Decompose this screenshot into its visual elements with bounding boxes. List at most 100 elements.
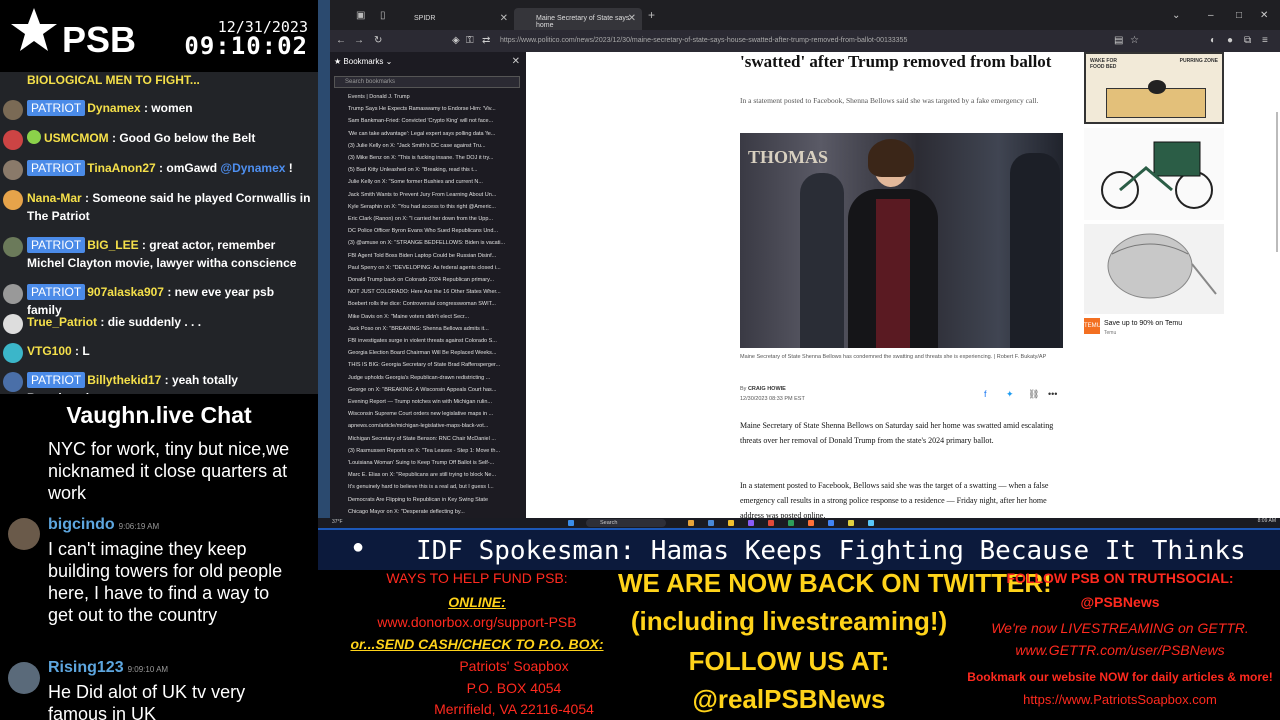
minimize-icon[interactable]: –	[1208, 10, 1214, 21]
lock-icon[interactable]: ⚿	[466, 35, 474, 46]
bookmark-item[interactable]: apnews.com/article/michigan-legislative-…	[348, 423, 522, 429]
bookmark-item[interactable]: FBI Agent Told Boss Biden Laptop Could b…	[348, 253, 522, 259]
bookmark-item[interactable]: 'Louisiana Woman' Suing to Keep Trump Of…	[348, 460, 522, 466]
app-icon[interactable]	[768, 520, 774, 526]
bookmark-item[interactable]: Wisconsin Supreme Court orders new legis…	[348, 411, 522, 417]
twitter-icon[interactable]: ✦	[1006, 389, 1014, 400]
ad-cat-bed[interactable]: WAKE FOR FOOD BED PURRING ZONE	[1084, 52, 1224, 124]
forward-icon[interactable]: →	[354, 35, 364, 46]
bookmark-item[interactable]: (3) Rasmussen Reports on X: "Tea Leaves …	[348, 448, 522, 454]
app-icon[interactable]	[748, 520, 754, 526]
app-icon[interactable]	[688, 520, 694, 526]
bookmark-item[interactable]: Paul Sperry on X: "DEVELOPING: As federa…	[348, 265, 522, 271]
app-icon[interactable]	[848, 520, 854, 526]
close-icon[interactable]: ✕	[500, 13, 508, 24]
chrome-icon[interactable]	[828, 520, 834, 526]
window-close-icon[interactable]: ✕	[1260, 10, 1268, 21]
bookmark-item[interactable]: Jack Poso on X: "BREAKING: Shenna Bellow…	[348, 326, 522, 332]
bookmark-item[interactable]: Eric Clark (Ranon) on X: "I carried her …	[348, 216, 522, 222]
page-icon[interactable]: ▯	[380, 10, 386, 21]
extensions-icon[interactable]: ⧉	[1244, 35, 1251, 46]
bookmark-item[interactable]: (3) Julie Kelly on X: "Jack Smith's DC c…	[348, 143, 522, 149]
bookmark-item[interactable]: DC Police Officer Byron Evans Who Sued R…	[348, 228, 522, 234]
vaughn-username[interactable]: Rising123 9:09:10 AM	[48, 659, 168, 677]
taskbar-search[interactable]: Search	[586, 519, 666, 527]
close-icon[interactable]: ✕	[628, 13, 636, 24]
bookmark-item[interactable]: Evening Report — Trump notches win with …	[348, 399, 522, 405]
folder-icon[interactable]	[728, 520, 734, 526]
reload-icon[interactable]: ↻	[374, 35, 382, 46]
bookmark-item[interactable]: NOT JUST COLORADO: Here Are the 16 Other…	[348, 289, 522, 295]
chat-mention[interactable]: @Dynamex	[220, 161, 285, 175]
bookmark-item[interactable]: Marc E. Elias on X: "Republicans are sti…	[348, 472, 522, 478]
chat-username[interactable]: 907alaska907	[87, 285, 164, 299]
new-tab-icon[interactable]: +	[648, 8, 655, 22]
ad-tea-strainer[interactable]	[1084, 224, 1224, 314]
app-icon[interactable]	[868, 520, 874, 526]
chat-username[interactable]: Dynamex	[87, 101, 140, 115]
back-icon[interactable]: ←	[336, 35, 346, 46]
bookmark-item[interactable]: Trump Says He Expects Ramaswamy to Endor…	[348, 106, 522, 112]
bookmark-item[interactable]: Donald Trump back on Colorado 2024 Repub…	[348, 277, 522, 283]
bookmark-item[interactable]: It's genuinely hard to believe this is a…	[348, 484, 522, 490]
ad-tricycle[interactable]	[1084, 128, 1224, 220]
menu-icon[interactable]: ≡	[1262, 35, 1268, 46]
bookmark-item[interactable]: Judge upholds Georgia's Republican-drawn…	[348, 375, 522, 381]
chat-username[interactable]: USMCMOM	[44, 131, 109, 145]
bookmark-item[interactable]: Events | Donald J. Trump	[348, 94, 522, 100]
link-icon[interactable]: ⛓	[1028, 389, 1039, 400]
app-icon[interactable]	[708, 520, 714, 526]
chat-username[interactable]: Nana-Mar	[27, 191, 82, 205]
bookmark-item[interactable]: George on X: "BREAKING: A Wisconsin Appe…	[348, 387, 522, 393]
vaughn-username[interactable]: bigcindo 9:06:19 AM	[48, 516, 159, 534]
shield-icon[interactable]: ◈	[452, 35, 460, 46]
windows-start-icon[interactable]	[568, 520, 574, 526]
chevron-down-icon[interactable]: ⌄	[1172, 10, 1180, 21]
bookmark-item[interactable]: Mike Davis on X: "Maine voters didn't el…	[348, 314, 522, 320]
chat-username[interactable]: BIG_LEE	[87, 238, 138, 252]
vaughn-username-text[interactable]: bigcindo	[48, 516, 115, 533]
permissions-icon[interactable]: ⇄	[482, 35, 490, 46]
firefox-icon[interactable]	[808, 520, 814, 526]
more-icon[interactable]: •••	[1048, 389, 1057, 399]
tab-spidr[interactable]: SPIDR ✕	[392, 8, 514, 30]
bookmark-item[interactable]: (5) Bad Kitty Unleashed on X: "Breaking,…	[348, 167, 522, 173]
bookmark-star-icon[interactable]: ☆	[1130, 35, 1139, 46]
taskbar-clock[interactable]: 8:09 AM	[1258, 518, 1276, 524]
bookmark-item[interactable]: FBI investigates surge in violent threat…	[348, 338, 522, 344]
chat-username[interactable]: True_Patriot	[27, 315, 97, 329]
bookmark-item[interactable]: Democrats Are Flipping to Republican in …	[348, 497, 522, 503]
chat-username[interactable]: VTG100	[27, 344, 72, 358]
facebook-icon[interactable]: f	[984, 389, 987, 399]
app-icon[interactable]	[788, 520, 794, 526]
bookmark-item[interactable]: Jack Smith Wants to Prevent Jury From Le…	[348, 192, 522, 198]
pocket-icon[interactable]: ◐	[1210, 35, 1216, 46]
tab-list-icon[interactable]: ▣	[356, 10, 365, 21]
bookmark-item[interactable]: Julie Kelly on X: "Some former Bushies a…	[348, 179, 522, 185]
bookmark-item[interactable]: Michigan Secretary of State Benson: RNC …	[348, 436, 522, 442]
chat-username[interactable]: TinaAnon27	[87, 161, 155, 175]
scrollbar[interactable]	[1276, 112, 1278, 252]
bookmark-item[interactable]: Chicago Mayor on X: "Desperate deflectin…	[348, 509, 522, 515]
reader-icon[interactable]: ▤	[1114, 35, 1123, 46]
bookmark-item[interactable]: Sam Bankman-Fried: Convicted 'Crypto Kin…	[348, 118, 522, 124]
bookmark-item[interactable]: THIS IS BIG: Georgia Secretary of State …	[348, 362, 522, 368]
tab-article[interactable]: Maine Secretary of State says home ✕	[514, 8, 642, 30]
bookmark-item[interactable]: Georgia Election Board Chairman Will Be …	[348, 350, 522, 356]
weather-temp[interactable]: 37°F	[332, 519, 343, 525]
bookmark-item[interactable]: 'We can take advantage': Legal expert sa…	[348, 131, 522, 137]
url-field[interactable]: https://www.politico.com/news/2023/12/30…	[500, 37, 907, 44]
close-icon[interactable]: ✕	[512, 56, 520, 67]
ad-caption[interactable]: Save up to 90% on Temu	[1104, 320, 1182, 327]
bookmark-item[interactable]: (3) Mike Benz on X: "This is fucking ins…	[348, 155, 522, 161]
account-icon[interactable]: ●	[1227, 35, 1233, 46]
bookmark-item[interactable]: Boebert rolls the dice: Controversial co…	[348, 301, 522, 307]
chat-username[interactable]: Billythekid17	[87, 373, 161, 387]
article-author[interactable]: CRAIG HOWIE	[748, 386, 786, 392]
bookmark-item[interactable]: Kyle Seraphin on X: "You had access to t…	[348, 204, 522, 210]
bookmarks-search-input[interactable]: Search bookmarks	[334, 76, 520, 88]
bookmark-item[interactable]: (3) @amuse on X: "STRANGE BEDFELLOWS: Bi…	[348, 240, 522, 246]
bookmarks-header[interactable]: ★ Bookmarks ⌄	[334, 57, 392, 66]
maximize-icon[interactable]: □	[1236, 10, 1242, 21]
vaughn-username-text[interactable]: Rising123	[48, 659, 124, 676]
